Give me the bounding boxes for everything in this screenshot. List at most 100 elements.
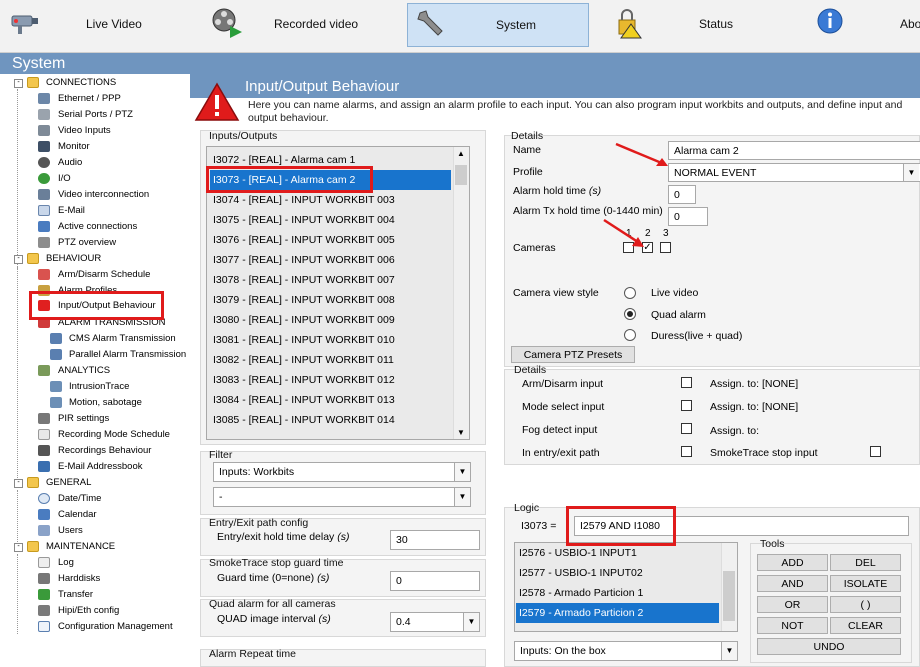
cctv-camera-icon bbox=[11, 15, 38, 34]
logic-id-label: I3073 = bbox=[521, 520, 557, 532]
folder-icon bbox=[27, 541, 39, 552]
clear-button[interactable]: CLEAR bbox=[830, 617, 901, 634]
filter-second-select[interactable]: - ▼ bbox=[213, 487, 471, 507]
logic-list-item[interactable]: I2578 - Armado Particion 1 bbox=[516, 583, 719, 603]
assign-arm-disarm[interactable]: Assign. to: [NONE] bbox=[710, 378, 798, 390]
nav-recorded-video[interactable]: Recorded video bbox=[200, 3, 390, 45]
entry-exit-delay-input[interactable]: 30 bbox=[390, 530, 480, 550]
monitor-icon bbox=[38, 141, 50, 152]
warning-icon bbox=[194, 82, 240, 121]
io-list-item[interactable]: I3079 - [REAL] - INPUT WORKBIT 008 bbox=[210, 290, 451, 310]
log-icon bbox=[38, 557, 50, 568]
quad-title: Quad alarm for all cameras bbox=[209, 598, 336, 610]
hold-time-input[interactable]: 0 bbox=[668, 185, 696, 204]
tx-hold-input[interactable]: 0 bbox=[668, 207, 708, 226]
smoketrace-label: Guard time (0=none) (s) bbox=[217, 572, 330, 584]
logic-list-item[interactable]: I2576 - USBIO-1 INPUT1 bbox=[516, 543, 719, 563]
fog-detect-checkbox[interactable] bbox=[681, 423, 692, 434]
lock-warning-icon bbox=[618, 9, 642, 39]
nav-status-label: Status bbox=[699, 17, 734, 31]
smoketrace-stop-checkbox[interactable] bbox=[870, 446, 881, 457]
logic-title: Logic bbox=[514, 502, 540, 514]
folder-icon bbox=[27, 77, 39, 88]
io-list-item[interactable]: I3082 - [REAL] - INPUT WORKBIT 011 bbox=[210, 350, 451, 370]
quad-interval-select[interactable]: 0.4 ▼ bbox=[390, 612, 480, 632]
name-input[interactable]: Alarma cam 2 bbox=[668, 141, 920, 160]
camera-icon bbox=[38, 125, 50, 136]
io-list-item[interactable]: I3076 - [REAL] - INPUT WORKBIT 005 bbox=[210, 230, 451, 250]
del-button[interactable]: DEL bbox=[830, 554, 901, 571]
logic-list-item[interactable]: I2577 - USBIO-1 INPUT02 bbox=[516, 563, 719, 583]
page-description: Here you can name alarms, and assign an … bbox=[248, 99, 903, 124]
filter-type-select[interactable]: Inputs: Workbits ▼ bbox=[213, 462, 471, 482]
system-banner: System bbox=[0, 53, 920, 74]
add-button[interactable]: ADD bbox=[757, 554, 828, 571]
entry-exit-path-checkbox[interactable] bbox=[681, 446, 692, 457]
details-title: Details bbox=[511, 130, 544, 142]
annotation-arrow-icon bbox=[603, 218, 644, 247]
chevron-down-icon: ▼ bbox=[903, 164, 919, 181]
analytics-icon bbox=[38, 365, 50, 376]
io-list-item[interactable]: I3077 - [REAL] - INPUT WORKBIT 006 bbox=[210, 250, 451, 270]
interconnection-icon bbox=[38, 189, 50, 200]
io-list-item[interactable]: I3081 - [REAL] - INPUT WORKBIT 010 bbox=[210, 330, 451, 350]
assign-mode-select[interactable]: Assign. to: [NONE] bbox=[710, 401, 798, 413]
profile-select[interactable]: NORMAL EVENT ▼ bbox=[668, 163, 920, 182]
radio-live-video-label: Live video bbox=[651, 287, 699, 299]
nav-live-video[interactable]: Live Video bbox=[4, 3, 184, 45]
radio-duress-label: Duress(live + quad) bbox=[651, 330, 743, 342]
smoketrace-stop-label: SmokeTrace stop input bbox=[710, 447, 818, 459]
io-list-item[interactable]: I3083 - [REAL] - INPUT WORKBIT 012 bbox=[210, 370, 451, 390]
isolate-button[interactable]: ISOLATE bbox=[830, 575, 901, 592]
io-list-item[interactable]: I3085 - [REAL] - INPUT WORKBIT 014 bbox=[210, 410, 451, 430]
mode-select-checkbox[interactable] bbox=[681, 400, 692, 411]
radio-duress[interactable] bbox=[624, 329, 636, 341]
not-button[interactable]: NOT bbox=[757, 617, 828, 634]
camera-ptz-presets-button[interactable]: Camera PTZ Presets bbox=[511, 346, 635, 363]
nav-about[interactable]: Abo bbox=[810, 3, 920, 45]
connections-icon bbox=[38, 221, 50, 232]
details2-title: Details bbox=[514, 364, 547, 376]
logic-source-listbox[interactable]: I2579 - Armado Particion 2 I2578 - Armado… bbox=[514, 542, 738, 632]
nav-system[interactable]: System bbox=[407, 3, 589, 47]
smoketrace-title: SmokeTrace stop guard time bbox=[209, 557, 344, 569]
io-list-item[interactable]: I3084 - [REAL] - INPUT WORKBIT 013 bbox=[210, 390, 451, 410]
radio-quad-alarm-label: Quad alarm bbox=[651, 309, 706, 321]
config-icon bbox=[38, 621, 50, 632]
io-list-item[interactable]: I3078 - [REAL] - INPUT WORKBIT 007 bbox=[210, 270, 451, 290]
chevron-down-icon: ▼ bbox=[463, 613, 479, 631]
io-list-item[interactable]: I3080 - [REAL] - INPUT WORKBIT 009 bbox=[210, 310, 451, 330]
scroll-up-arrow-icon[interactable]: ▲ bbox=[457, 149, 465, 158]
io-list-item[interactable]: I3074 - [REAL] - INPUT WORKBIT 003 bbox=[210, 190, 451, 210]
mode-select-label: Mode select input bbox=[522, 401, 605, 413]
scrollbar-thumb[interactable] bbox=[723, 571, 735, 621]
scrollbar-thumb[interactable] bbox=[455, 165, 467, 185]
parens-button[interactable]: ( ) bbox=[830, 596, 901, 613]
and-button[interactable]: AND bbox=[757, 575, 828, 592]
assign-fog-detect[interactable]: Assign. to: bbox=[710, 425, 759, 437]
nav-system-label: System bbox=[496, 18, 537, 32]
scroll-down-arrow-icon[interactable]: ▼ bbox=[457, 428, 465, 437]
chevron-down-icon: ▼ bbox=[721, 642, 737, 660]
nav-status[interactable]: Status bbox=[607, 3, 787, 45]
clock-icon bbox=[38, 493, 50, 504]
io-list-item[interactable]: I3075 - [REAL] - INPUT WORKBIT 004 bbox=[210, 210, 451, 230]
logic-source-select[interactable]: Inputs: On the box ▼ bbox=[514, 641, 738, 661]
undo-button[interactable]: UNDO bbox=[757, 638, 901, 655]
io-list-scrollbar[interactable]: ▲ ▼ bbox=[453, 147, 469, 439]
camera-3-checkbox[interactable] bbox=[660, 242, 671, 253]
logic-list-item[interactable]: I2579 - Armado Particion 2 bbox=[516, 603, 719, 623]
entry-exit-label: Entry/exit hold time delay (s) bbox=[217, 531, 350, 543]
hold-time-label: Alarm hold time (s) bbox=[513, 185, 602, 197]
info-icon bbox=[817, 8, 843, 34]
io-icon bbox=[38, 173, 50, 184]
arm-disarm-checkbox[interactable] bbox=[681, 377, 692, 388]
logic-list-scrollbar[interactable] bbox=[721, 543, 737, 631]
or-button[interactable]: OR bbox=[757, 596, 828, 613]
radio-quad-alarm[interactable] bbox=[624, 308, 636, 320]
nav-recorded-video-label: Recorded video bbox=[274, 17, 359, 31]
entry-exit-path-label: In entry/exit path bbox=[522, 447, 600, 459]
smoketrace-guard-input[interactable]: 0 bbox=[390, 571, 480, 591]
folder-icon bbox=[27, 477, 39, 488]
radio-live-video[interactable] bbox=[624, 287, 636, 299]
